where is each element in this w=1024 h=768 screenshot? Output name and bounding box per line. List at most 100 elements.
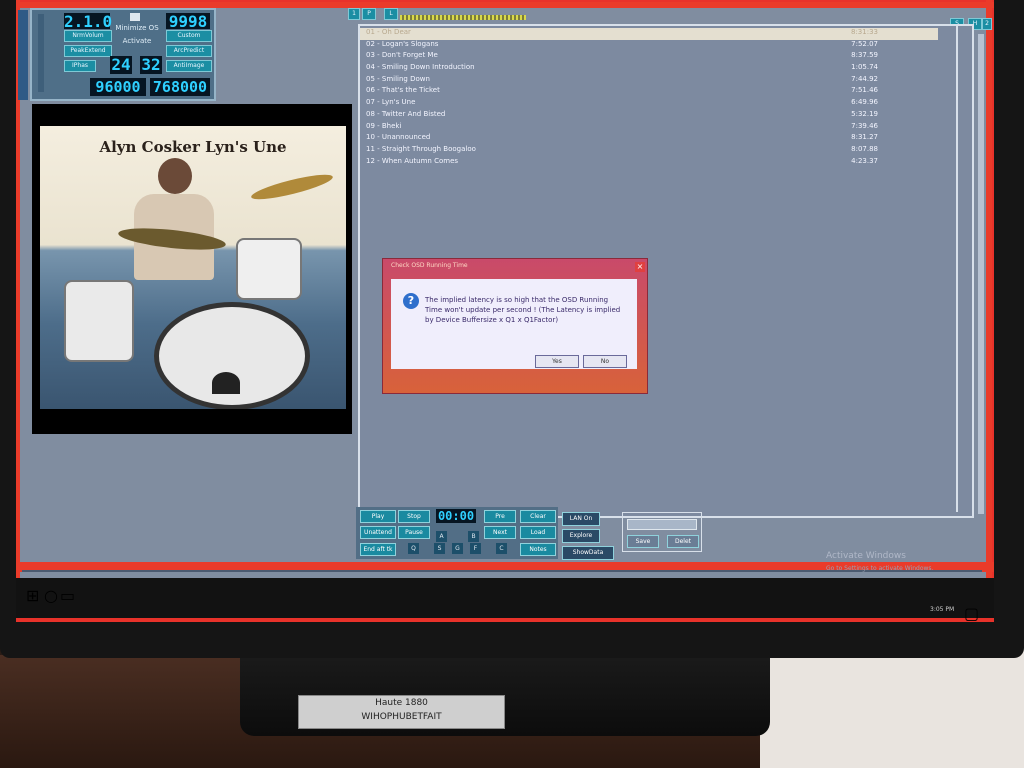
notification-icon[interactable]: ▢	[964, 604, 979, 622]
tab-small[interactable]: 1	[348, 8, 360, 20]
playlist-row[interactable]: 09 - Bheki 7:39.46	[360, 122, 938, 134]
track-time: 7:52.07	[851, 39, 878, 48]
iphase-button[interactable]: IPhas	[64, 60, 96, 72]
normvolume-button[interactable]: NrmVolum	[64, 30, 112, 42]
playlist-scrollbar[interactable]	[978, 34, 984, 514]
monitor-sticker: Haute 1880 WIHOPHUBETFAIT	[298, 695, 505, 729]
track-name: 03 - Don't Forget Me	[366, 51, 438, 60]
activate-windows-subtitle: Go to Settings to activate Windows.	[826, 565, 934, 572]
track-time: 8:31:33	[851, 28, 878, 36]
album-cover-text: Alyn Cosker Lyn's Une	[99, 138, 287, 156]
antiimage-button[interactable]: AntiImage	[166, 60, 212, 72]
playlist-row[interactable]: 05 - Smiling Down 7:44.92	[360, 75, 938, 87]
right-red-line	[986, 0, 992, 578]
track-name: 08 - Twitter And Bisted	[366, 109, 446, 118]
key-s-button[interactable]: S	[434, 543, 445, 554]
track-name: 12 - When Autumn Comes	[366, 156, 459, 165]
key-a-button[interactable]: A	[436, 531, 447, 542]
key-b-button[interactable]: B	[468, 531, 479, 542]
tab-l[interactable]: L	[384, 8, 398, 20]
transport-panel: Play Stop 00:00 Pre Clear Unattend Pause…	[356, 507, 558, 559]
taskbar-clock: 3:05 PM	[930, 606, 955, 613]
track-name: 09 - Bheki	[366, 121, 402, 130]
tom-drum	[236, 238, 302, 300]
playlist-row[interactable]: 11 - Straight Through Boogaloo 8:07.88	[360, 145, 938, 157]
close-icon[interactable]: ×	[635, 262, 645, 272]
load-button[interactable]: Load	[520, 526, 556, 539]
control-panel: 2.1.0 9998 Minimize OS Activate NrmVolum…	[30, 8, 216, 101]
search-icon[interactable]: ○	[44, 586, 58, 605]
left-rail	[18, 10, 28, 100]
key-q-button[interactable]: Q	[408, 543, 419, 554]
playlist-row[interactable]: 04 - Smiling Down Introduction 1:05.74	[360, 63, 938, 75]
track-time: 7:44.92	[851, 74, 878, 83]
notes-button[interactable]: Notes	[520, 543, 556, 556]
track-name: 04 - Smiling Down Introduction	[366, 63, 475, 72]
screen: 1 P L S H 2 2.1.0 9998 Minimize OS Activ…	[16, 0, 994, 622]
yes-button[interactable]: Yes	[535, 355, 579, 368]
playlist-row[interactable]: 12 - When Autumn Comes 4:23.37	[360, 157, 938, 169]
playlist-row[interactable]: 10 - Unannounced 8:31.27	[360, 133, 938, 145]
playlist-row[interactable]: 03 - Don't Forget Me 8:37.59	[360, 51, 938, 63]
playlist-row[interactable]: 01 - Oh Dear 8:31:33	[360, 28, 938, 40]
dialog-message: The implied latency is so high that the …	[425, 296, 621, 324]
playlist-row[interactable]: 07 - Lyn's Une 6:49.96	[360, 98, 938, 110]
key-g-button[interactable]: G	[452, 543, 463, 554]
track-time: 7:39.46	[851, 121, 878, 130]
delete-button[interactable]: Delet	[667, 535, 699, 548]
monitor-icon	[130, 13, 140, 21]
save-button[interactable]: Save	[627, 535, 659, 548]
track-name: 05 - Smiling Down	[366, 74, 430, 83]
tab-2[interactable]: 2	[982, 18, 992, 30]
album-cover: Alyn Cosker Lyn's Une	[40, 126, 346, 409]
level-meter	[400, 15, 526, 20]
pause-button[interactable]: Pause	[398, 526, 430, 539]
prev-button[interactable]: Pre	[484, 510, 516, 523]
key-f-button[interactable]: F	[470, 543, 481, 554]
playlist-divider	[956, 26, 958, 512]
unattend-button[interactable]: Unattend	[360, 526, 396, 539]
bass-drum-port	[212, 372, 240, 394]
stop-button[interactable]: Stop	[398, 510, 430, 523]
activate-label[interactable]: Activate	[112, 37, 162, 45]
explore-button[interactable]: Explore	[562, 529, 600, 543]
minimize-os-label[interactable]: Minimize OS	[112, 24, 162, 32]
arcpredict-button[interactable]: ArcPredict	[166, 45, 212, 57]
clear-button[interactable]: Clear	[520, 510, 556, 523]
playlist-row[interactable]: 08 - Twitter And Bisted 5:32.19	[360, 110, 938, 122]
track-time: 8:37.59	[851, 51, 878, 60]
play-button[interactable]: Play	[360, 510, 396, 523]
volume-slider[interactable]	[38, 14, 44, 92]
peakextend-button[interactable]: PeakExtend	[64, 45, 112, 57]
activate-windows-title: Activate Windows	[826, 551, 906, 561]
playlist-row[interactable]: 02 - Logan's Slogans 7:52.07	[360, 40, 938, 52]
windows-start-icon[interactable]: ⊞	[26, 586, 39, 605]
track-time: 1:05.74	[851, 63, 878, 72]
track-name: 06 - That's the Ticket	[366, 86, 440, 95]
display-left: 2.1.0	[64, 12, 113, 31]
track-name: 02 - Logan's Slogans	[366, 39, 439, 48]
lan-on-button[interactable]: LAN On	[562, 512, 600, 526]
next-button[interactable]: Next	[484, 526, 516, 539]
track-time: 8:31.27	[851, 133, 878, 142]
track-name: 11 - Straight Through Boogaloo	[366, 144, 476, 153]
preset-box: Save Delet	[622, 512, 702, 552]
time-display: 00:00	[436, 509, 476, 523]
task-view-icon[interactable]: ▭	[60, 586, 75, 605]
no-button[interactable]: No	[583, 355, 627, 368]
tab-p[interactable]: P	[362, 8, 376, 20]
sticker-line-1: Haute 1880	[375, 698, 428, 708]
end-after-track-button[interactable]: End aft tk	[360, 543, 396, 556]
track-time: 5:32.19	[851, 109, 878, 118]
key-c-button[interactable]: C	[496, 543, 507, 554]
samplerate-left: 96000	[90, 78, 146, 96]
dialog-body: ? The implied latency is so high that th…	[391, 279, 637, 369]
showdata-button[interactable]: ShowData	[562, 546, 614, 560]
custom-button[interactable]: Custom	[166, 30, 212, 42]
latency-dialog: Check OSD Running Time × ? The implied l…	[382, 258, 648, 394]
floor-tom	[64, 280, 134, 362]
playlist-row[interactable]: 06 - That's the Ticket 7:51.46	[360, 86, 938, 98]
preset-input[interactable]	[627, 519, 697, 530]
track-name: 01 - Oh Dear	[366, 28, 411, 36]
track-time: 8:07.88	[851, 144, 878, 153]
